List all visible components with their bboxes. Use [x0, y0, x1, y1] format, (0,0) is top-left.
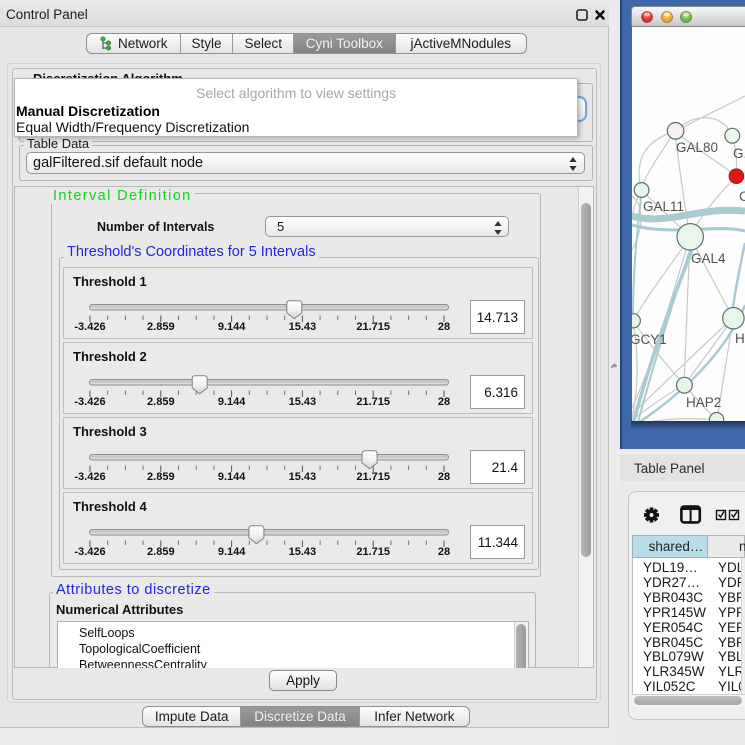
svg-text:GAL4: GAL4	[691, 251, 726, 266]
svg-text:GAL80: GAL80	[676, 140, 718, 155]
svg-text:G.: G.	[733, 146, 745, 161]
svg-text:H: H	[735, 331, 745, 346]
svg-text:GAL11: GAL11	[643, 199, 684, 214]
svg-text:GCY1: GCY1	[632, 332, 667, 347]
svg-text:HAP2: HAP2	[686, 395, 721, 410]
svg-text:C: C	[739, 189, 745, 204]
